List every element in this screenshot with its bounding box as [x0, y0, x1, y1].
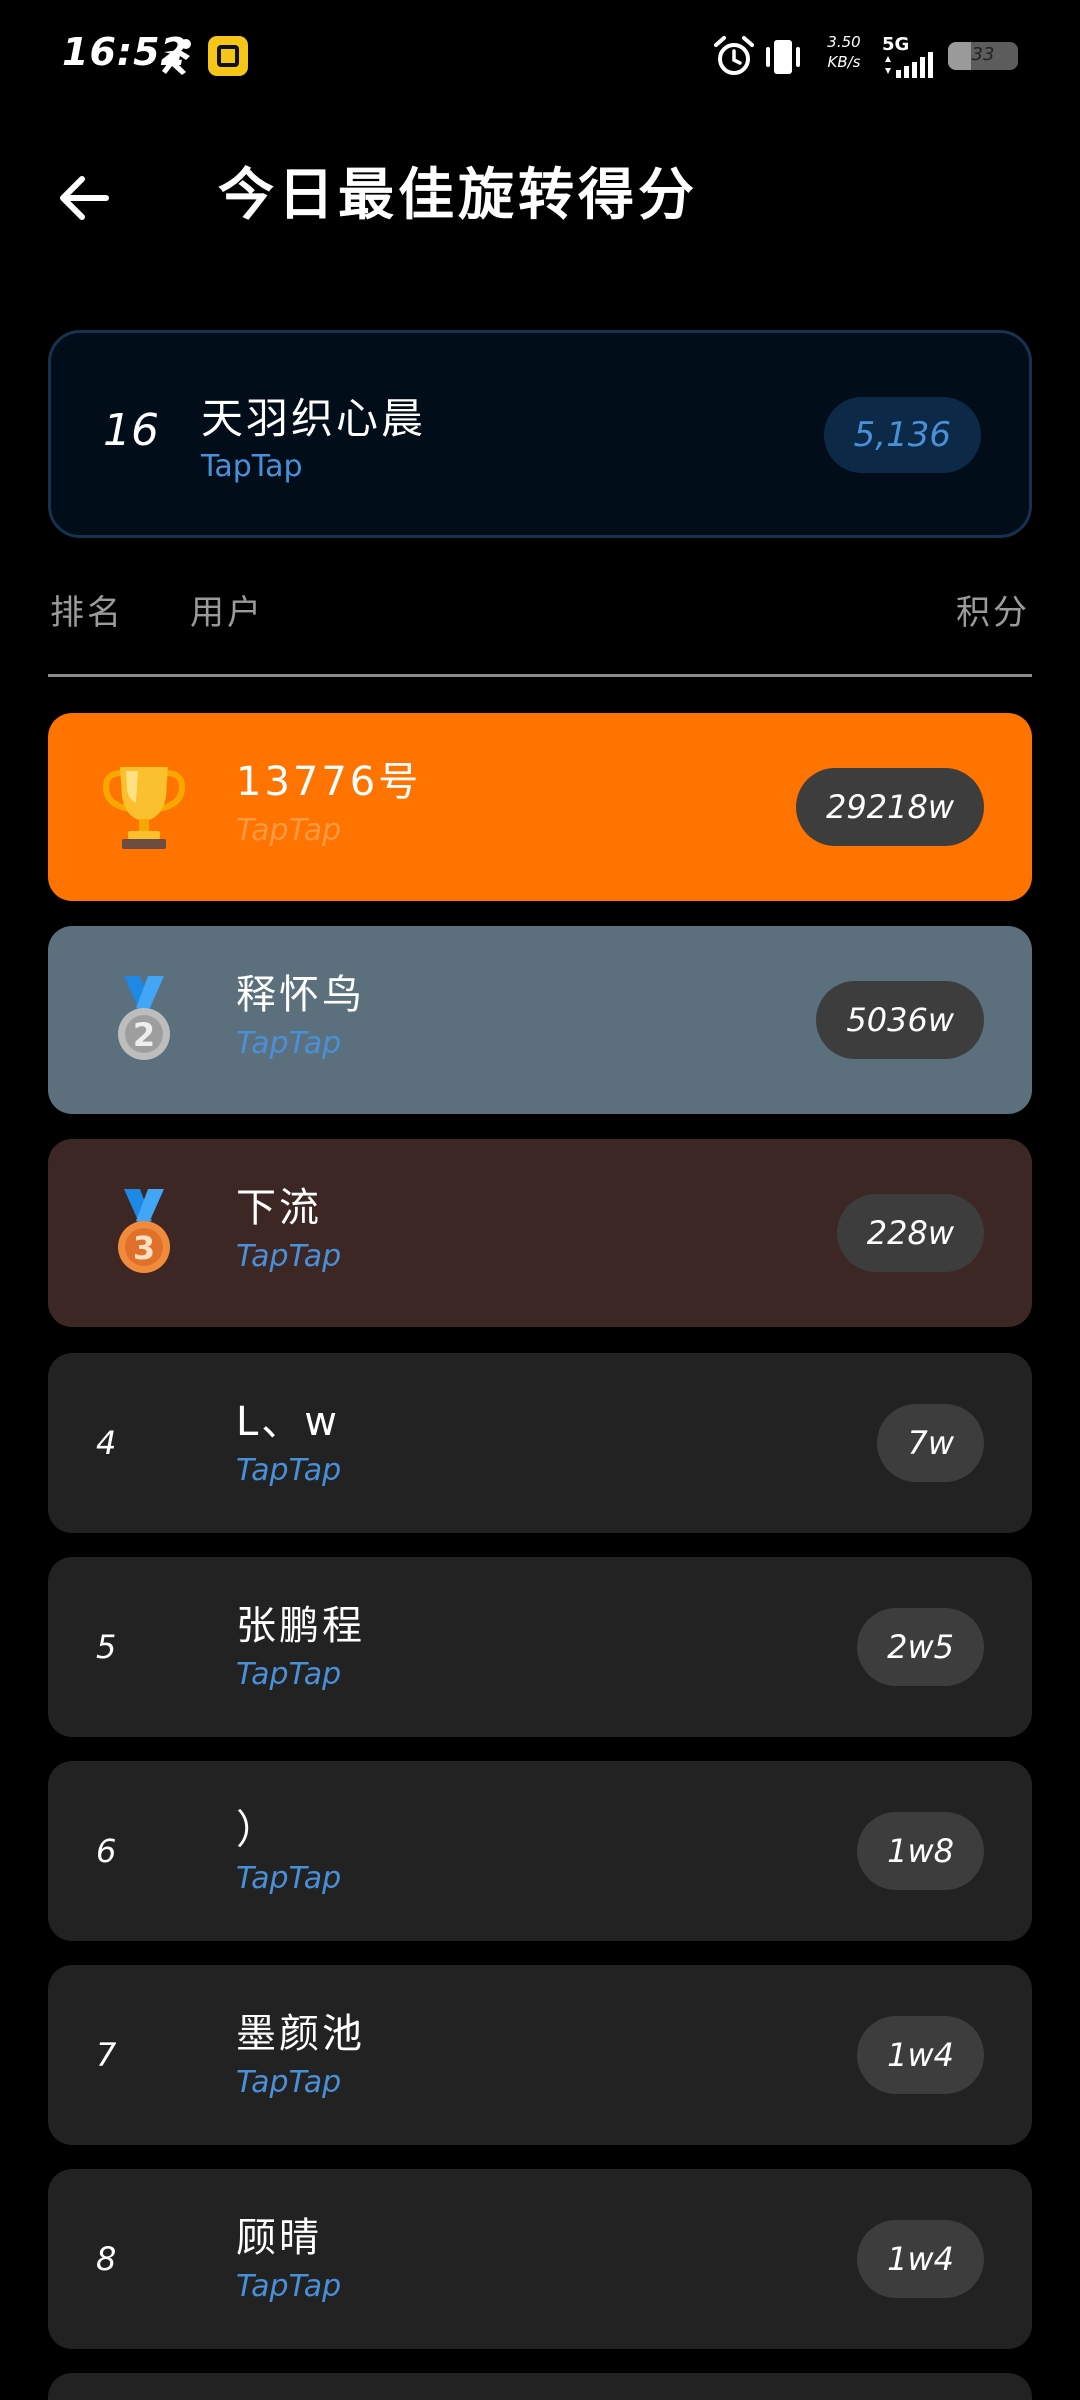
row-score-badge: 228w [836, 1194, 984, 1272]
bronze-medal-icon: 3 [118, 1189, 170, 1273]
row-source: TapTap [236, 1239, 342, 1274]
row-score-badge: 5036w [816, 981, 984, 1059]
leaderboard-row[interactable]: 13776号 TapTap 29218w [48, 713, 1032, 901]
row-score-badge: 1w4 [857, 2016, 984, 2094]
leaderboard-row[interactable] [48, 2373, 1032, 2400]
signal-icon [885, 52, 933, 78]
my-rank-card[interactable]: 16 天羽织心晨 TapTap 5,136 [48, 330, 1032, 538]
row-username: 13776号 [236, 759, 422, 805]
my-source: TapTap [201, 449, 303, 484]
back-button[interactable] [46, 160, 122, 236]
person-app-icon [162, 39, 191, 75]
battery-percent: 33 [971, 44, 995, 65]
row-rank-number: 6 [96, 1832, 117, 1870]
row-source: TapTap [236, 813, 342, 848]
leaderboard-row[interactable]: 2 释怀鸟 TapTap 5036w [48, 926, 1032, 1114]
leaderboard-row[interactable]: 7 墨颜池 TapTap 1w4 [48, 1965, 1032, 2145]
svg-text:3: 3 [133, 1229, 155, 1267]
net-speed-unit: KB/s [827, 53, 861, 71]
row-score-badge: 1w4 [857, 2220, 984, 2298]
row-username: 释怀鸟 [236, 972, 365, 1018]
row-username: 张鹏程 [236, 1603, 365, 1649]
header-divider [48, 674, 1032, 677]
leaderboard-row[interactable]: 5 张鹏程 TapTap 2w5 [48, 1557, 1032, 1737]
net-speed: 3.50 KB/s [822, 32, 866, 72]
row-rank-number: 5 [96, 1628, 117, 1666]
row-source: TapTap [236, 1861, 342, 1896]
leaderboard-row[interactable]: 4 L、w TapTap 7w [48, 1353, 1032, 1533]
row-username: 墨颜池 [236, 2011, 365, 2057]
row-username: L、w [236, 1399, 340, 1445]
row-rank-number: 7 [96, 2036, 117, 2074]
app-notification-icon [208, 36, 248, 76]
my-username: 天羽织心晨 [201, 394, 427, 443]
row-source: TapTap [236, 1453, 342, 1488]
column-header-score: 积分 [956, 593, 1030, 633]
row-score-badge: 7w [877, 1404, 984, 1482]
trophy-icon [102, 767, 186, 849]
column-header-rank: 排名 [50, 593, 124, 633]
vibrate-icon [766, 40, 800, 74]
status-bar: 16:52 3.50 KB/s 5G 33 [0, 0, 1080, 110]
column-header-user: 用户 [190, 593, 264, 633]
row-rank-number: 4 [96, 1424, 117, 1462]
row-score-badge: 1w8 [857, 1812, 984, 1890]
row-username: 顾晴 [236, 2215, 322, 2261]
row-score-badge: 2w5 [857, 1608, 984, 1686]
row-username: 下流 [236, 1185, 322, 1231]
row-source: TapTap [236, 2269, 342, 2304]
row-rank-number: 8 [96, 2240, 117, 2278]
my-score-badge: 5,136 [823, 397, 981, 473]
row-score-badge: 29218w [796, 768, 984, 846]
arrow-left-icon [60, 176, 109, 220]
leaderboard-row[interactable]: 3 下流 TapTap 228w [48, 1139, 1032, 1327]
alarm-icon [714, 36, 754, 75]
page-title: 今日最佳旋转得分 [218, 163, 698, 228]
row-source: TapTap [236, 2065, 342, 2100]
silver-medal-icon: 2 [118, 976, 170, 1060]
svg-text:2: 2 [133, 1016, 155, 1054]
leaderboard-row[interactable]: 6 ） TapTap 1w8 [48, 1761, 1032, 1941]
net-speed-value: 3.50 [827, 33, 861, 51]
leaderboard-row[interactable]: 8 顾晴 TapTap 1w4 [48, 2169, 1032, 2349]
row-source: TapTap [236, 1026, 342, 1061]
my-rank-number: 16 [103, 405, 159, 456]
battery-icon: 33 [948, 42, 1018, 70]
row-source: TapTap [236, 1657, 342, 1692]
row-username: ） [236, 1807, 279, 1853]
